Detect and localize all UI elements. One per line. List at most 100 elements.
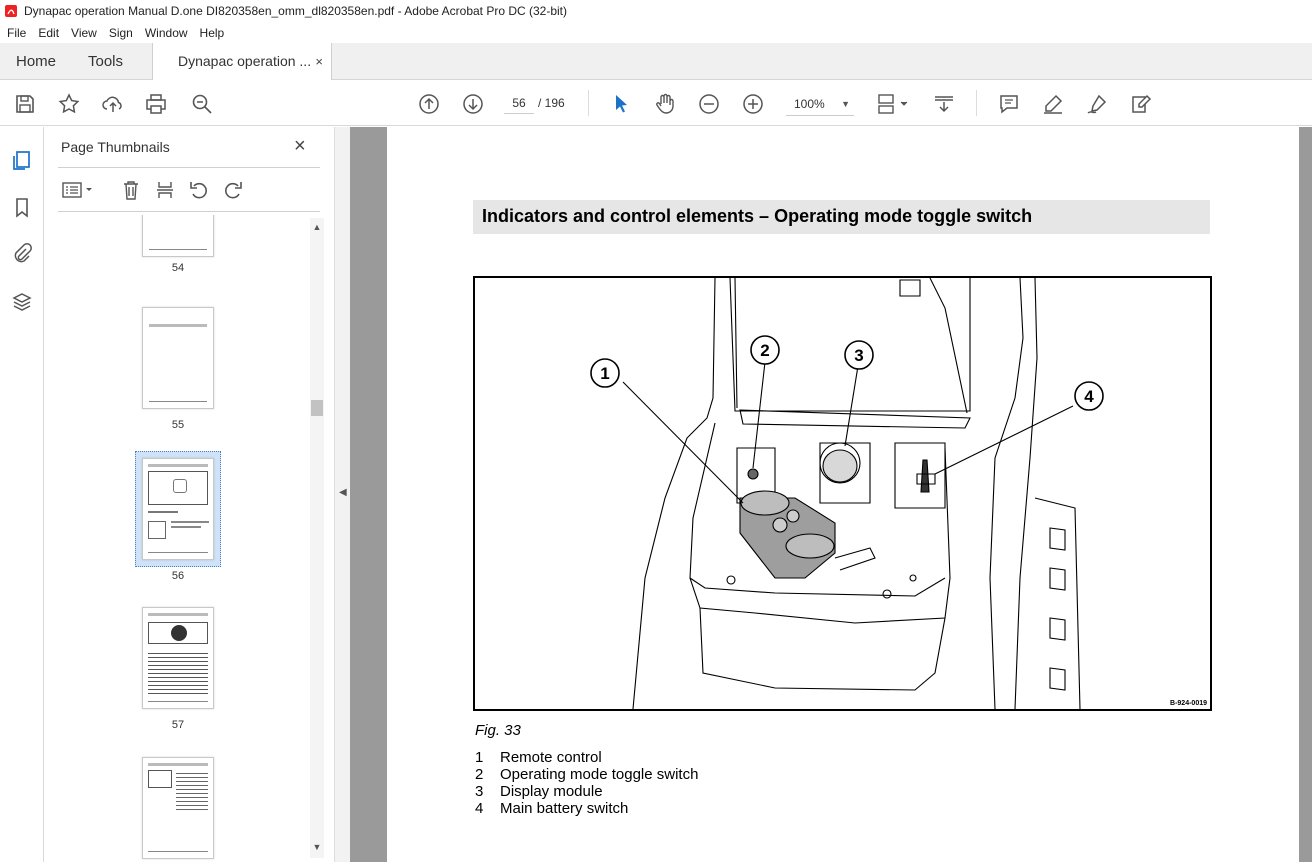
callout-4-label: 4 xyxy=(1084,387,1094,406)
callout-3-label: 3 xyxy=(854,346,863,365)
chevron-down-icon: ▼ xyxy=(841,99,850,109)
tab-tools[interactable]: Tools xyxy=(88,43,123,80)
legend-number: 4 xyxy=(475,800,484,817)
sign-icon[interactable] xyxy=(1085,92,1109,116)
rotate-left-icon[interactable] xyxy=(188,179,210,201)
edit-pdf-icon[interactable] xyxy=(1129,92,1153,116)
legend-row: 1 Remote control xyxy=(475,749,698,766)
callout-2: 2 xyxy=(750,335,780,365)
chevron-up-icon[interactable]: ▲ xyxy=(310,220,324,234)
section-heading: Indicators and control elements – Operat… xyxy=(482,206,1033,226)
thumbnail-page xyxy=(142,458,214,560)
panel-divider xyxy=(58,211,320,212)
tab-document[interactable]: Dynapac operation ... × xyxy=(152,43,332,81)
technical-figure: 1 2 3 4 B-924-0019 xyxy=(473,276,1212,711)
scrollbar-thumb[interactable] xyxy=(311,400,323,416)
document-viewport[interactable]: Indicators and control elements – Operat… xyxy=(350,127,1312,862)
menu-edit[interactable]: Edit xyxy=(32,26,65,40)
legend-number: 2 xyxy=(475,766,484,783)
next-page-icon[interactable] xyxy=(461,92,485,116)
bookmarks-icon[interactable] xyxy=(11,196,33,218)
thumbnail-label: 57 xyxy=(171,719,185,731)
zoom-level-value: 100% xyxy=(794,97,825,111)
comment-icon[interactable] xyxy=(997,92,1021,116)
acrobat-icon xyxy=(5,5,17,17)
toolbar-divider xyxy=(976,90,977,116)
tab-bar: Home Tools Dynapac operation ... × xyxy=(0,43,1312,81)
menu-bar: File Edit View Sign Window Help xyxy=(0,22,1312,43)
layers-icon[interactable] xyxy=(11,291,33,313)
navigation-rail xyxy=(0,127,44,862)
menu-sign[interactable]: Sign xyxy=(103,26,139,40)
menu-help[interactable]: Help xyxy=(194,26,231,40)
previous-page-icon[interactable] xyxy=(417,92,441,116)
attachments-icon[interactable] xyxy=(11,242,33,264)
callout-3: 3 xyxy=(844,340,874,370)
toolbar-divider xyxy=(588,90,589,116)
page-thumbnails-icon[interactable] xyxy=(11,149,33,171)
legend-row: 2 Operating mode toggle switch xyxy=(475,766,698,783)
thumbnail-list: 54 55 56 57 xyxy=(58,215,310,862)
figure-legend: 1 Remote control 2 Operating mode toggle… xyxy=(475,749,698,817)
menu-file[interactable]: File xyxy=(0,26,32,40)
legend-number: 1 xyxy=(475,749,484,766)
tab-close-icon[interactable]: × xyxy=(315,43,323,80)
section-heading-bar: Indicators and control elements – Operat… xyxy=(473,200,1210,234)
legend-row: 3 Display module xyxy=(475,783,698,800)
share-upload-icon[interactable] xyxy=(101,92,125,116)
page-total: / 196 xyxy=(538,96,565,110)
zoom-in-icon[interactable] xyxy=(741,92,765,116)
chevron-down-icon[interactable]: ▼ xyxy=(310,840,324,854)
callout-1: 1 xyxy=(590,358,620,388)
callout-4: 4 xyxy=(1074,381,1104,411)
rotate-right-icon[interactable] xyxy=(222,179,244,201)
thumbnail-page xyxy=(142,215,214,257)
figure-code: B-924-0019 xyxy=(1170,700,1207,707)
menu-view[interactable]: View xyxy=(65,26,103,40)
page-thumbnails-panel: Page Thumbnails × 54 55 56 57 xyxy=(44,127,334,862)
panel-splitter[interactable]: ◀ xyxy=(334,127,350,862)
delete-page-icon[interactable] xyxy=(120,179,142,201)
legend-row: 4 Main battery switch xyxy=(475,800,698,817)
window-title: Dynapac operation Manual D.one DI820358e… xyxy=(24,4,568,18)
page-layout-icon[interactable] xyxy=(876,92,910,116)
zoom-search-icon[interactable] xyxy=(190,92,214,116)
thumbnail-scrollbar[interactable]: ▲ ▼ xyxy=(310,218,324,858)
legend-number: 3 xyxy=(475,783,484,800)
panel-divider xyxy=(58,167,320,168)
pdf-page: Indicators and control elements – Operat… xyxy=(387,127,1299,862)
thumbnail-label: 56 xyxy=(171,570,185,582)
thumbnail-label: 55 xyxy=(171,419,185,431)
save-icon[interactable] xyxy=(13,92,37,116)
legend-text: Remote control xyxy=(500,749,602,766)
zoom-level-select[interactable]: 100% ▼ xyxy=(786,92,854,116)
window-titlebar: Dynapac operation Manual D.one DI820358e… xyxy=(0,0,1312,22)
highlight-pen-icon[interactable] xyxy=(1041,92,1065,116)
collapse-panel-icon[interactable]: ◀ xyxy=(339,487,347,498)
callout-2-label: 2 xyxy=(760,341,769,360)
close-icon[interactable]: × xyxy=(294,135,306,158)
zoom-out-icon[interactable] xyxy=(697,92,721,116)
scroll-mode-icon[interactable] xyxy=(932,92,956,116)
extract-page-icon[interactable] xyxy=(154,179,176,201)
figure-caption: Fig. 33 xyxy=(475,722,521,739)
toolbar: 56 / 196 100% ▼ xyxy=(0,80,1312,126)
print-icon[interactable] xyxy=(144,92,168,116)
hand-tool-icon[interactable] xyxy=(653,92,677,116)
callout-1-label: 1 xyxy=(600,364,609,383)
thumbnail-page xyxy=(142,307,214,409)
thumbnail-options-icon[interactable] xyxy=(61,179,95,201)
menu-window[interactable]: Window xyxy=(139,26,194,40)
legend-text: Main battery switch xyxy=(500,800,629,817)
bookmark-star-icon[interactable] xyxy=(57,92,81,116)
panel-title: Page Thumbnails xyxy=(61,139,170,155)
legend-text: Operating mode toggle switch xyxy=(500,766,699,783)
page-number-input[interactable]: 56 xyxy=(504,93,534,114)
legend-text: Display module xyxy=(500,783,603,800)
tab-home[interactable]: Home xyxy=(16,43,56,80)
figure-drawing: 1 2 3 4 xyxy=(590,278,1104,709)
thumbnail-label: 54 xyxy=(171,262,185,274)
select-cursor-icon[interactable] xyxy=(609,92,633,116)
thumbnail-page xyxy=(142,607,214,709)
thumbnail-page xyxy=(142,757,214,859)
